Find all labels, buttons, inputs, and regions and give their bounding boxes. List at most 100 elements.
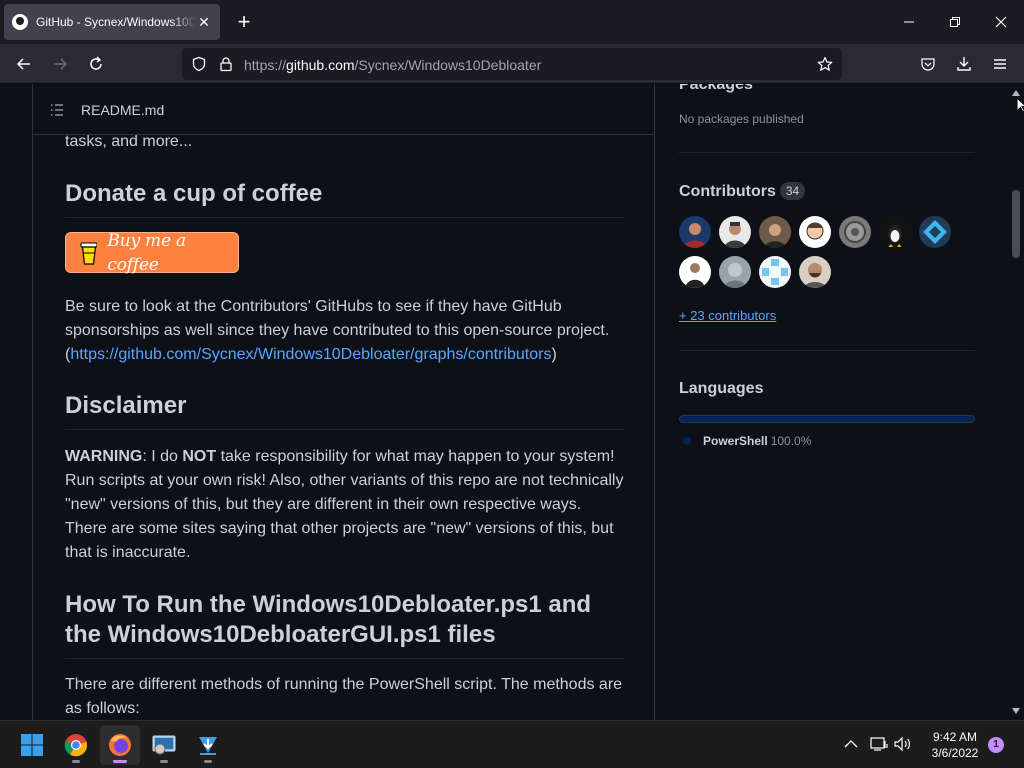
scroll-up-arrow-icon[interactable] [1012, 90, 1020, 96]
avatar-image [806, 222, 824, 240]
volume-icon[interactable] [894, 736, 912, 752]
windows-logo-icon [21, 734, 43, 756]
disclaimer-heading: Disclaimer [65, 391, 625, 430]
taskbar-remote-desktop[interactable] [144, 725, 184, 765]
avatar-image [683, 223, 707, 248]
language-powershell[interactable]: PowerShell 100.0% [683, 434, 811, 448]
avatar-image [762, 259, 788, 285]
system-clock[interactable]: 9:42 AM 3/6/2022 [920, 729, 990, 761]
warning-paragraph: WARNING: I do NOT take responsibility fo… [65, 445, 625, 565]
buy-me-a-coffee-button[interactable]: Buy me a coffee [65, 231, 239, 275]
star-icon[interactable] [817, 56, 833, 72]
coffee-cup-icon [80, 242, 98, 265]
warning-label: WARNING [65, 448, 143, 465]
restore-button[interactable] [932, 0, 978, 44]
minimize-button[interactable] [886, 0, 932, 44]
page-scrollbar[interactable] [1008, 84, 1024, 720]
contributor-avatar[interactable] [679, 216, 711, 248]
avatar-image [844, 221, 866, 243]
packages-heading[interactable]: Packages [679, 84, 753, 94]
language-bar[interactable] [679, 415, 975, 423]
hamburger-icon [994, 59, 1006, 69]
running-indicator [204, 760, 212, 763]
readme-header: README.md [33, 84, 654, 135]
list-icon[interactable] [49, 102, 65, 118]
avatar-image [685, 263, 705, 288]
avatar-image [888, 225, 902, 247]
url-host: github.com [286, 57, 355, 73]
close-window-button[interactable] [978, 0, 1024, 44]
network-icon[interactable] [870, 736, 888, 752]
avatar-image [803, 263, 827, 288]
contributors-link[interactable]: https://github.com/Sycnex/Windows10Deblo… [70, 346, 551, 363]
browser-tab-github[interactable]: GitHub - Sycnex/Windows10Debloater ✕ [4, 4, 220, 40]
notification-badge[interactable]: 1 [988, 737, 1004, 753]
forward-button[interactable] [46, 50, 74, 78]
windows-taskbar: 9:42 AM 3/6/2022 1 [0, 720, 1024, 768]
clock-time: 9:42 AM [932, 730, 978, 744]
download-installer-icon [199, 737, 217, 755]
download-icon [957, 57, 971, 71]
avatar-image [724, 222, 746, 248]
packages-empty-text: No packages published [679, 112, 804, 126]
warning-not: NOT [182, 448, 217, 465]
coffee-button-label: Buy me a coffee [107, 230, 186, 275]
chrome-icon [64, 734, 88, 757]
shield-icon[interactable] [191, 56, 207, 72]
readme-panel: README.md tasks, and more... Donate a cu… [32, 84, 655, 720]
contributor-avatar[interactable] [679, 256, 711, 288]
contributor-avatar[interactable] [919, 216, 951, 248]
github-page: README.md tasks, and more... Donate a cu… [0, 84, 1024, 720]
contributor-avatar[interactable] [719, 216, 751, 248]
pocket-button[interactable] [914, 50, 942, 78]
taskbar-chrome[interactable] [56, 725, 96, 765]
contributor-avatar[interactable] [879, 216, 911, 248]
howto-heading: How To Run the Windows10Debloater.ps1 an… [65, 590, 625, 659]
arrow-right-icon [54, 58, 68, 70]
contributor-avatar[interactable] [719, 256, 751, 288]
restore-icon [950, 17, 960, 27]
scroll-down-arrow-icon[interactable] [1012, 708, 1020, 714]
tab-title: GitHub - Sycnex/Windows10Debloater [36, 15, 196, 29]
language-name: PowerShell [703, 434, 768, 448]
close-icon [995, 16, 1007, 28]
remote-desktop-icon [152, 735, 176, 755]
contributor-avatar[interactable] [839, 216, 871, 248]
clock-date: 3/6/2022 [931, 746, 979, 760]
contributor-avatar[interactable] [799, 216, 831, 248]
browser-toolbar: https://github.com/Sycnex/Windows10Deblo… [0, 44, 1024, 84]
mouse-cursor-icon [1016, 97, 1024, 113]
start-button[interactable] [12, 725, 52, 765]
active-indicator [113, 760, 127, 763]
arrow-left-icon [16, 58, 30, 70]
contributors-heading[interactable]: Contributors 34 [679, 182, 806, 201]
lock-icon[interactable] [218, 56, 234, 72]
scrollbar-thumb[interactable] [1012, 190, 1020, 258]
contributors-count-badge: 34 [779, 182, 806, 200]
minimize-icon [904, 21, 914, 23]
running-indicator [72, 760, 80, 763]
reload-button[interactable] [82, 50, 110, 78]
back-button[interactable] [10, 50, 38, 78]
sidebar-divider [679, 152, 975, 153]
contributor-avatar[interactable] [759, 256, 791, 288]
more-contributors-link[interactable]: + 23 contributors [679, 308, 776, 323]
taskbar-firefox[interactable] [100, 725, 140, 765]
menu-button[interactable] [986, 50, 1014, 78]
address-bar[interactable]: https://github.com/Sycnex/Windows10Deblo… [182, 48, 842, 80]
language-color-dot [683, 437, 691, 445]
downloads-button[interactable] [950, 50, 978, 78]
avatar-image [923, 220, 947, 244]
close-tab-icon[interactable]: ✕ [196, 14, 212, 30]
sidebar-divider [679, 350, 975, 351]
new-tab-button[interactable]: + [233, 11, 255, 34]
contributor-avatar[interactable] [799, 256, 831, 288]
readme-filename[interactable]: README.md [81, 102, 164, 118]
avatar-image [764, 224, 786, 248]
chevron-up-icon[interactable] [844, 739, 858, 749]
contributor-avatar[interactable] [759, 216, 791, 248]
pocket-icon [921, 58, 935, 71]
taskbar-installer[interactable] [188, 725, 228, 765]
languages-heading: Languages [679, 380, 764, 397]
url-text[interactable]: https://github.com/Sycnex/Windows10Deblo… [244, 57, 541, 73]
